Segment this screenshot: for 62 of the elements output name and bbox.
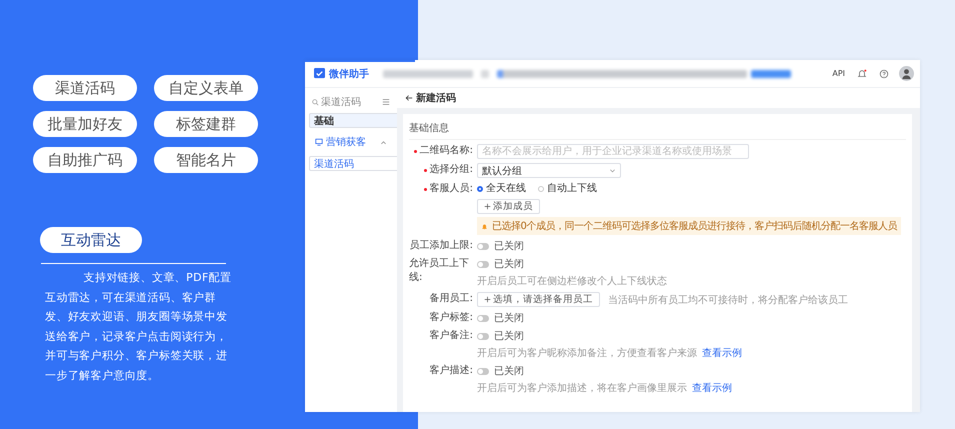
field-label: 二维码名称: <box>420 144 473 158</box>
plus-icon <box>484 203 491 210</box>
checkbox-logo-icon <box>314 68 325 79</box>
back-arrow-icon[interactable] <box>405 94 413 102</box>
blurred-block <box>481 70 489 78</box>
field-label: 客户标签: <box>430 311 473 325</box>
feature-tag: 互动雷达 <box>40 227 142 253</box>
field-label: 客户备注: <box>430 329 473 343</box>
hint-text: 当活码中所有员工均不可接待时，将分配客户给该员工 <box>608 294 848 306</box>
section-title: 基础信息 <box>409 118 906 140</box>
search-icon <box>312 98 319 106</box>
toggle-status: 已关闭 <box>494 364 524 378</box>
toggle-switch[interactable] <box>477 260 489 268</box>
toggle-status: 已关闭 <box>494 240 524 253</box>
feature-tag: 渠道活码 <box>33 75 137 101</box>
add-member-button[interactable]: 添加成员 <box>477 199 540 214</box>
field-label: 客服人员: <box>430 182 473 196</box>
toggle-status: 已关闭 <box>494 330 524 343</box>
toggle-switch[interactable] <box>477 314 489 322</box>
toggle-switch[interactable] <box>477 242 489 250</box>
hint-text: 开启后员工可在侧边栏修改个人上下线状态 <box>477 274 667 288</box>
chevron-icon[interactable] <box>380 138 387 146</box>
toggle-status: 已关闭 <box>494 258 524 271</box>
example-link[interactable]: 查看示例 <box>702 346 742 360</box>
field-label: 选择分组: <box>430 163 473 177</box>
field-label: 允许员工上下线: <box>409 257 470 285</box>
blurred-block <box>751 70 791 78</box>
feature-tag: 批量加好友 <box>33 111 137 137</box>
api-link[interactable]: API <box>832 69 845 78</box>
sidebar-item[interactable]: 基础 <box>309 113 397 128</box>
example-link[interactable]: 查看示例 <box>692 381 732 395</box>
feature-tag: 自定义表单 <box>154 75 258 101</box>
bell-icon[interactable] <box>857 68 867 78</box>
help-icon[interactable] <box>879 68 889 78</box>
chevron-down-icon <box>609 167 616 174</box>
field-label: 员工添加上限: <box>410 239 473 253</box>
field-label: 客户描述: <box>430 364 473 378</box>
feature-tag: 智能名片 <box>154 147 258 173</box>
hint-text: 开启后可为客户昵称添加备注，方便查看客户来源 <box>477 346 697 360</box>
toggle-switch[interactable] <box>477 332 489 340</box>
plus-icon <box>484 296 491 303</box>
brand-name: 微伴助手 <box>329 68 369 80</box>
toggle-status: 已关闭 <box>494 312 524 325</box>
qr-name-field[interactable]: 名称不会展示给用户，用于企业记录渠道名称或使用场景 <box>477 144 749 159</box>
hint-text: 开启后可为客户添加描述，将在客户画像里展示 <box>477 382 687 395</box>
radio-option[interactable]: 全天在线 <box>477 182 526 196</box>
backup-staff-button[interactable]: 选填，请选择备用员工 <box>477 292 600 307</box>
field-label: 备用员工: <box>430 292 473 306</box>
notice-banner: 已选择0个成员，同一个二维码可选择多位客服成员进行接待，客户扫码后随机分配一名客服人员 <box>477 217 901 235</box>
toggle-switch[interactable] <box>477 368 489 374</box>
radio-option[interactable]: 自动上下线 <box>538 182 597 196</box>
sidebar-group[interactable]: 营销获客 <box>326 135 377 149</box>
sidebar-item[interactable]: 渠道活码 <box>309 156 397 171</box>
feature-tag: 自助推广码 <box>33 147 137 173</box>
feature-tag: 标签建群 <box>154 111 258 137</box>
menu-icon[interactable] <box>382 98 390 106</box>
bell-icon <box>481 222 488 230</box>
monitor-icon <box>315 138 323 146</box>
group-select[interactable]: 默认分组 <box>477 163 621 178</box>
feature-description: 支持对链接、文章、PDF配置互动雷达，可在渠道活码、客户群发、好友欢迎语、朋友圈等场景中发送给客户，记录客户点击阅读行为，并可与客户积分、客户标签关联，进一步了解客户意向度。 <box>45 270 233 384</box>
avatar-icon[interactable] <box>899 66 914 81</box>
page-title: 新建活码 <box>416 91 456 105</box>
